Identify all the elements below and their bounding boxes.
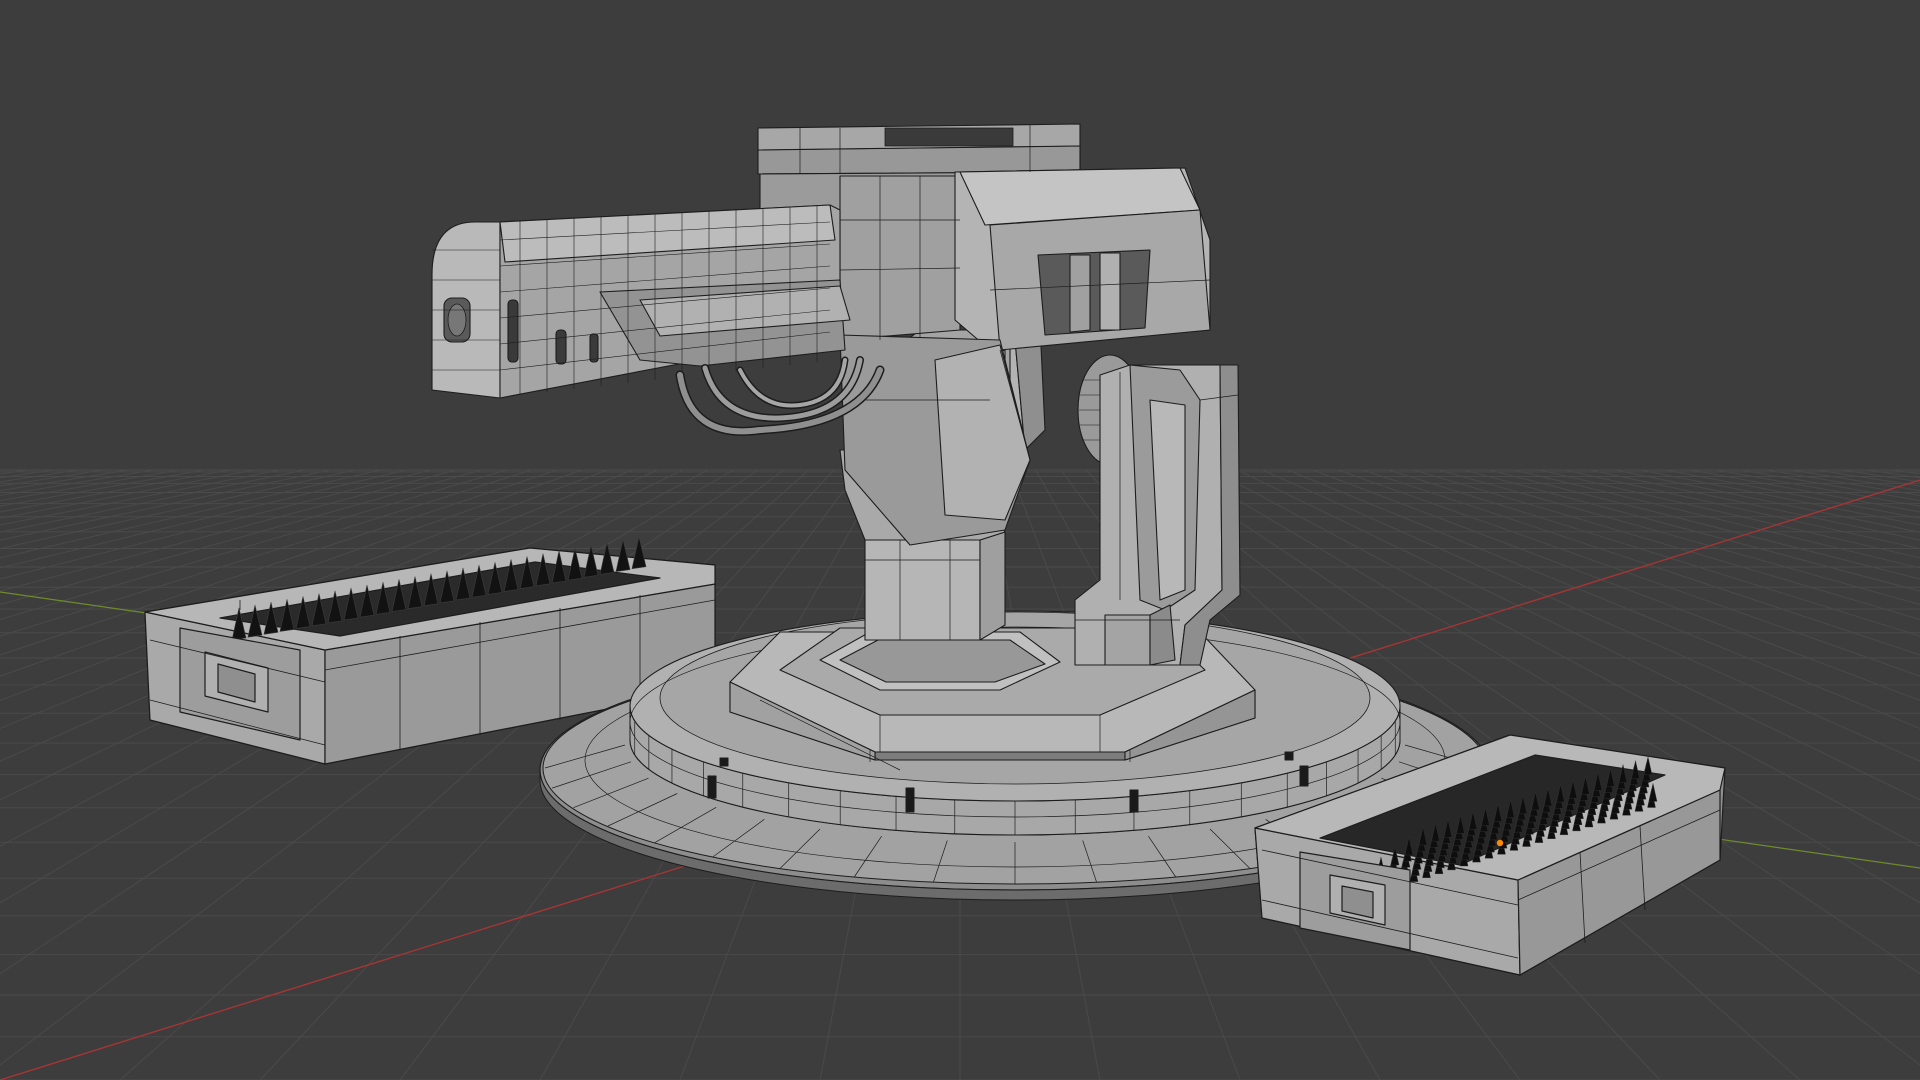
3d-viewport[interactable] xyxy=(0,0,1920,1080)
heat-sink-fins xyxy=(884,127,1014,147)
object-origin-dot xyxy=(1496,839,1504,847)
